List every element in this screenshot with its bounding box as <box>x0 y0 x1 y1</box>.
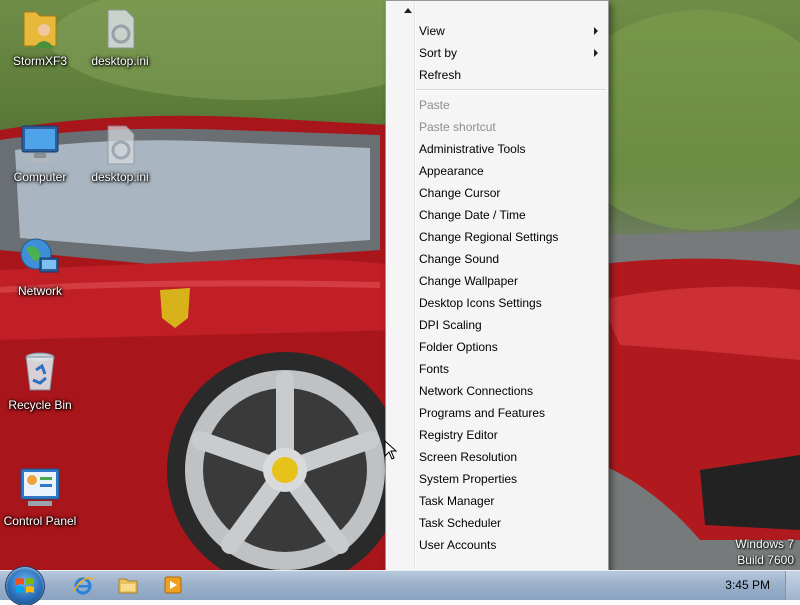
taskbar-explorer-button[interactable] <box>115 573 141 597</box>
desktop-icon-label: Computer <box>13 170 67 184</box>
taskbar-internet-explorer-button[interactable] <box>70 573 96 597</box>
menu-item-task-scheduler[interactable]: Task Scheduler <box>386 512 608 534</box>
menu-item-sort-by[interactable]: Sort by <box>386 42 608 64</box>
menu-item-label: Fonts <box>419 362 450 376</box>
menu-item-label: Change Sound <box>419 252 500 266</box>
menu-item-system-properties[interactable]: System Properties <box>386 468 608 490</box>
menu-item-label: Refresh <box>419 68 462 82</box>
menu-item-fonts[interactable]: Fonts <box>386 358 608 380</box>
windows-logo-icon <box>16 578 34 593</box>
menu-item-label: User Accounts <box>419 538 497 552</box>
desktop-icon-desktop-ini[interactable]: desktop.ini <box>82 6 158 68</box>
windows-build-watermark: Windows 7 Build 7600 <box>735 536 794 568</box>
desktop-icon-label: Control Panel <box>3 514 77 528</box>
desktop-icon-label: desktop.ini <box>91 170 149 184</box>
menu-item-change-cursor[interactable]: Change Cursor <box>386 182 608 204</box>
show-desktop-button[interactable] <box>785 571 800 600</box>
menu-item-label: Paste shortcut <box>419 120 496 134</box>
menu-item-label: Administrative Tools <box>419 142 526 156</box>
menu-item-label: Change Cursor <box>419 186 501 200</box>
menu-item-label: Task Manager <box>419 494 495 508</box>
desktop-icon-label: Recycle Bin <box>8 398 72 412</box>
menu-item-desktop-icons-settings[interactable]: Desktop Icons Settings <box>386 292 608 314</box>
network-icon <box>18 236 62 280</box>
user-folder-icon <box>18 6 62 50</box>
menu-item-label: Appearance <box>419 164 484 178</box>
menu-item-label: Task Scheduler <box>419 516 502 530</box>
menu-item-change-date-time[interactable]: Change Date / Time <box>386 204 608 226</box>
menu-item-label: Change Date / Time <box>419 208 526 222</box>
recycle-bin-icon <box>18 350 62 394</box>
menu-item-dpi-scaling[interactable]: DPI Scaling <box>386 314 608 336</box>
menu-item-label: Network Connections <box>419 384 534 398</box>
watermark-build: Build 7600 <box>737 553 794 567</box>
media-player-icon <box>164 576 182 594</box>
menu-item-label: Screen Resolution <box>419 450 518 464</box>
internet-explorer-icon <box>73 577 94 595</box>
settings-file-icon <box>98 6 142 50</box>
menu-item-registry-editor[interactable]: Registry Editor <box>386 424 608 446</box>
menu-item-change-sound[interactable]: Change Sound <box>386 248 608 270</box>
desktop-context-menu: View Sort by Refresh Paste Paste shortcu… <box>385 0 609 582</box>
menu-item-folder-options[interactable]: Folder Options <box>386 336 608 358</box>
menu-item-label: Sort by <box>419 46 458 60</box>
desktop-icon-label: desktop.ini <box>91 54 149 68</box>
desktop-icon-stormxf3[interactable]: StormXF3 <box>2 6 78 68</box>
menu-item-change-wallpaper[interactable]: Change Wallpaper <box>386 270 608 292</box>
settings-file-icon <box>98 122 142 166</box>
watermark-os-name: Windows 7 <box>735 537 794 551</box>
menu-separator <box>386 86 608 94</box>
menu-item-change-regional-settings[interactable]: Change Regional Settings <box>386 226 608 248</box>
menu-item-administrative-tools[interactable]: Administrative Tools <box>386 138 608 160</box>
menu-item-programs-and-features[interactable]: Programs and Features <box>386 402 608 424</box>
taskbar: 3:45 PM <box>0 567 800 605</box>
menu-item-screen-resolution[interactable]: Screen Resolution <box>386 446 608 468</box>
menu-item-label: Programs and Features <box>419 406 546 420</box>
menu-item-label: Registry Editor <box>419 428 498 442</box>
desktop-icon-network[interactable]: Network <box>2 236 78 298</box>
taskbar-media-player-button[interactable] <box>160 573 186 597</box>
desktop-icon-control-panel[interactable]: Control Panel <box>2 466 78 528</box>
computer-icon <box>18 122 62 166</box>
menu-item-refresh[interactable]: Refresh <box>386 64 608 86</box>
menu-item-label: DPI Scaling <box>419 318 482 332</box>
desktop-icon-computer[interactable]: Computer <box>2 122 78 184</box>
menu-item-label: Change Wallpaper <box>419 274 518 288</box>
menu-item-label: View <box>419 24 445 38</box>
menu-item-label: Paste <box>419 98 450 112</box>
submenu-arrow-icon <box>594 27 598 35</box>
menu-item-paste: Paste <box>386 94 608 116</box>
menu-item-label: System Properties <box>419 472 518 486</box>
menu-item-task-manager[interactable]: Task Manager <box>386 490 608 512</box>
desktop-icon-desktop-ini[interactable]: desktop.ini <box>82 122 158 184</box>
start-button[interactable] <box>6 567 44 605</box>
menu-item-label: Desktop Icons Settings <box>419 296 542 310</box>
mouse-pointer-icon <box>384 440 398 460</box>
menu-item-user-accounts[interactable]: User Accounts <box>386 534 608 556</box>
menu-item-label: Change Regional Settings <box>419 230 559 244</box>
desktop-icon-label: Network <box>17 284 62 298</box>
desktop-icon-label: StormXF3 <box>12 54 67 68</box>
menu-item-view[interactable]: View <box>386 20 608 42</box>
menu-item-network-connections[interactable]: Network Connections <box>386 380 608 402</box>
system-clock[interactable]: 3:45 PM <box>725 578 770 592</box>
control-panel-icon <box>18 466 62 510</box>
desktop-icon-recycle-bin[interactable]: Recycle Bin <box>2 350 78 412</box>
context-menu-list: View Sort by Refresh Paste Paste shortcu… <box>386 20 608 556</box>
menu-item-label: Folder Options <box>419 340 498 354</box>
menu-item-paste-shortcut: Paste shortcut <box>386 116 608 138</box>
windows-explorer-icon <box>118 578 138 594</box>
menu-scroll-up-icon[interactable] <box>404 8 412 13</box>
menu-item-appearance[interactable]: Appearance <box>386 160 608 182</box>
submenu-arrow-icon <box>594 49 598 57</box>
